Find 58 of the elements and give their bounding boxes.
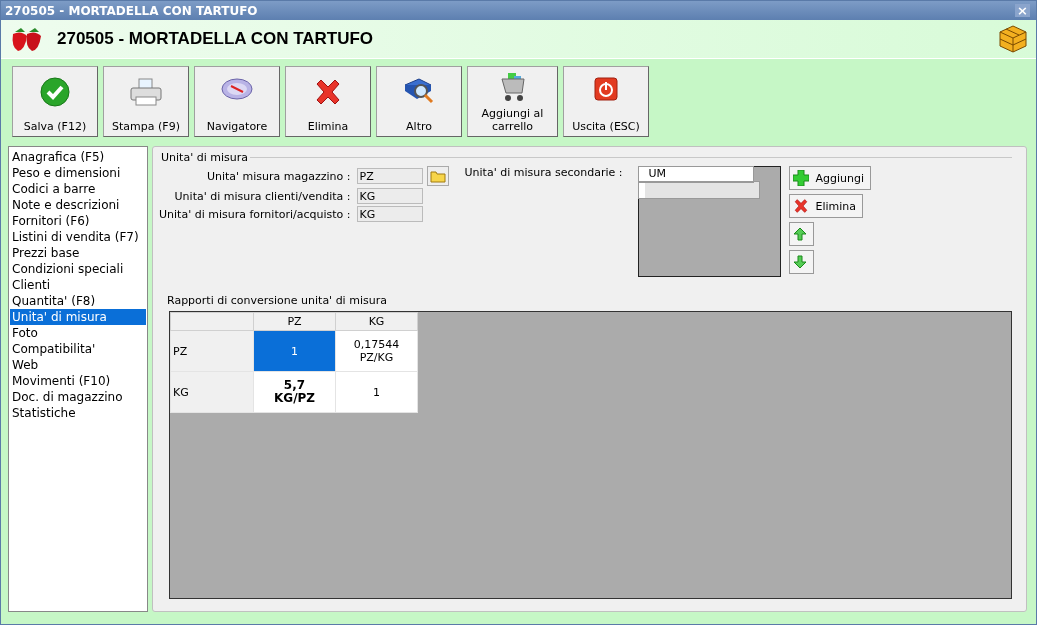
move-down-button[interactable]	[789, 250, 815, 274]
product-title: 270505 - MORTADELLA CON TARTUFO	[57, 29, 375, 49]
field-label: Unita' di misura clienti/vendita :	[173, 189, 352, 203]
input-field[interactable]: KG	[356, 206, 423, 222]
toolbar-button[interactable]: Stampa (F9)	[103, 66, 189, 137]
field-label: Unita' misura magazzino :	[205, 169, 352, 183]
browse-button[interactable]	[426, 166, 449, 186]
printer-icon	[129, 77, 163, 107]
input-field[interactable]: PZ	[356, 168, 423, 184]
cube-icon	[998, 24, 1028, 54]
row-header: KG	[170, 371, 254, 413]
column-header: KG	[335, 312, 418, 331]
power-icon	[594, 77, 618, 101]
section-item[interactable]: Statistiche	[10, 405, 146, 421]
toolbar-button[interactable]: Navigatore	[194, 66, 280, 137]
plus-icon	[793, 170, 810, 186]
section-item[interactable]: Quantita' (F8)	[10, 293, 146, 309]
input-field[interactable]: KG	[356, 188, 423, 204]
arrow-down-icon	[793, 255, 808, 269]
table-cell[interactable]: 0,17544 PZ/KG	[335, 330, 418, 372]
arrow-up-icon	[793, 227, 808, 241]
section-item[interactable]: Foto	[10, 325, 146, 341]
section-item[interactable]: Clienti	[10, 277, 146, 293]
section-item[interactable]: Fornitori (F6)	[10, 213, 146, 229]
delete-button[interactable]: Elimina	[789, 194, 863, 218]
column-header: PZ	[253, 312, 336, 331]
section-item[interactable]: Movimenti (F10)	[10, 373, 146, 389]
cross-icon	[793, 198, 810, 214]
folder-icon	[429, 169, 446, 183]
section-item[interactable]: Unita' di misura	[10, 309, 146, 325]
section-item[interactable]: Web	[10, 357, 146, 373]
group-title: Unita' di misura	[160, 151, 249, 164]
secondary-units-grid[interactable]: UM	[638, 166, 782, 277]
section-item[interactable]: Note e descrizioni	[10, 197, 146, 213]
field-label: Unita' di misura fornitori/acquisto :	[159, 207, 352, 221]
toolbar-button[interactable]: Elimina	[285, 66, 371, 137]
section-item[interactable]: Condizioni speciali	[10, 261, 146, 277]
table-cell[interactable]: 5,7 KG/PZ	[253, 371, 336, 413]
toolbar-button[interactable]: Salva (F12)	[12, 66, 98, 137]
toolbar-button[interactable]: Uscita (ESC)	[563, 66, 649, 137]
section-item[interactable]: Listini di vendita (F7)	[10, 229, 146, 245]
check-icon	[40, 77, 70, 107]
section-item[interactable]: Peso e dimensioni	[10, 165, 146, 181]
window-title: 270505 - MORTADELLA CON TARTUFO	[5, 3, 258, 18]
table-cell[interactable]: 1	[335, 371, 418, 413]
toolbar-button[interactable]: Aggiungi al carrello	[467, 66, 558, 137]
section-item[interactable]: Prezzi base	[10, 245, 146, 261]
field-label: Unita' di misura secondarie :	[464, 166, 623, 181]
section-item[interactable]: Anagrafica (F5)	[10, 149, 146, 165]
table-cell[interactable]: 1	[253, 330, 336, 372]
toolbar-button[interactable]: Altro	[376, 66, 462, 137]
move-up-button[interactable]	[789, 222, 815, 246]
row-header: PZ	[170, 330, 254, 372]
add-button[interactable]: Aggiungi	[789, 166, 871, 190]
section-title: Rapporti di conversione unita' di misura	[167, 294, 388, 307]
section-item[interactable]: Codici a barre	[10, 181, 146, 197]
section-item[interactable]: Doc. di magazzino	[10, 389, 146, 405]
section-item[interactable]: Compatibilita'	[10, 341, 146, 357]
